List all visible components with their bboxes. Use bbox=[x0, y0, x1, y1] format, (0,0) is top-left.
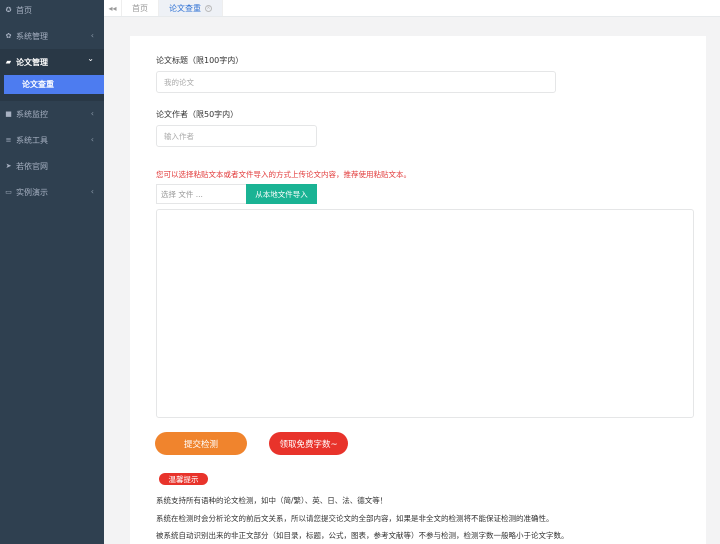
tab-bar: ◂◂ 首页 论文查重 × bbox=[104, 0, 720, 17]
chevron-left-icon: ‹ bbox=[90, 109, 94, 118]
tabs-scroll-left-icon[interactable]: ◂◂ bbox=[104, 0, 122, 16]
sidebar-item-label: 论文管理 bbox=[16, 57, 48, 67]
gear-icon: ✿ bbox=[5, 32, 12, 40]
home-icon: ✪ bbox=[5, 6, 12, 14]
sidebar-item-label: 若依官网 bbox=[16, 161, 48, 171]
sidebar-item-label: 首页 bbox=[16, 5, 32, 15]
chevron-down-icon: ⌄ bbox=[87, 54, 94, 63]
sidebar-item-label: 实例演示 bbox=[16, 187, 48, 197]
sidebar-item-official-site[interactable]: ➤ 若依官网 bbox=[0, 153, 104, 179]
sidebar-item-system-tools[interactable]: ≡ 系统工具 ‹ bbox=[0, 127, 104, 153]
sidebar-item-system-monitor[interactable]: ■ 系统监控 ‹ bbox=[0, 101, 104, 127]
submit-check-button[interactable]: 提交检测 bbox=[155, 432, 247, 455]
author-label: 论文作者（限50字内） bbox=[156, 110, 239, 119]
video-icon: ■ bbox=[5, 110, 12, 118]
chevron-left-icon: ‹ bbox=[90, 187, 94, 196]
chevron-left-icon: ‹ bbox=[90, 31, 94, 40]
tab-home[interactable]: 首页 bbox=[122, 0, 159, 16]
tab-label: 论文查重 bbox=[169, 3, 201, 13]
send-icon: ➤ bbox=[5, 162, 12, 170]
paper-check-form: 论文标题（限100字内） 我的论文 论文作者（限50字内） 输入作者 您可以选择… bbox=[130, 36, 706, 544]
tip-line: 被系统自动识别出来的非正文部分（如目录，标题，公式，图表，参考文献等）不参与检测… bbox=[156, 531, 569, 540]
sidebar: ✪ 首页 ✿ 系统管理 ‹ ▰ 论文管理 ⌄ 论文查重 ■ 系统监控 ‹ ≡ 系… bbox=[0, 0, 104, 544]
tab-label: 首页 bbox=[132, 3, 148, 13]
sidebar-item-label: 系统管理 bbox=[16, 31, 48, 41]
tab-paper-check[interactable]: 论文查重 × bbox=[159, 0, 223, 16]
tips-badge: 温馨提示 bbox=[159, 473, 208, 485]
sidebar-group-paper-management: ▰ 论文管理 ⌄ 论文查重 bbox=[0, 49, 104, 101]
tip-line: 系统在检测时会分析论文的前后文关系，所以请您提交论文的全部内容，如果是非全文的检… bbox=[156, 514, 554, 523]
content-textarea[interactable] bbox=[156, 209, 694, 418]
title-label: 论文标题（限100字内） bbox=[156, 56, 244, 65]
bank-icon: ▰ bbox=[5, 58, 12, 66]
claim-free-words-button[interactable]: 领取免费字数~ bbox=[269, 432, 348, 455]
close-icon[interactable]: × bbox=[205, 4, 212, 12]
sidebar-item-label: 系统工具 bbox=[16, 135, 48, 145]
bars-icon: ≡ bbox=[5, 136, 12, 144]
desktop-icon: ▭ bbox=[5, 188, 12, 196]
title-input[interactable]: 我的论文 bbox=[156, 71, 556, 93]
chevron-left-icon: ‹ bbox=[90, 135, 94, 144]
file-input[interactable]: 选择 文件 ... bbox=[156, 184, 246, 204]
sidebar-item-label: 系统监控 bbox=[16, 109, 48, 119]
sidebar-item-demo[interactable]: ▭ 实例演示 ‹ bbox=[0, 179, 104, 205]
tip-line: 系统支持所有语种的论文检测，如中（简/繁）、英、日、法、德文等！ bbox=[156, 496, 388, 505]
author-input[interactable]: 输入作者 bbox=[156, 125, 317, 147]
import-file-button[interactable]: 从本地文件导入 bbox=[246, 184, 317, 204]
sidebar-item-home[interactable]: ✪ 首页 bbox=[0, 0, 104, 20]
sidebar-subitem-paper-check[interactable]: 论文查重 bbox=[4, 75, 104, 94]
upload-notice: 您可以选择粘贴文本或者文件导入的方式上传论文内容，推荐使用粘贴文本。 bbox=[156, 170, 411, 179]
sidebar-item-system-management[interactable]: ✿ 系统管理 ‹ bbox=[0, 23, 104, 49]
sidebar-item-paper-management[interactable]: ▰ 论文管理 ⌄ bbox=[0, 49, 104, 75]
